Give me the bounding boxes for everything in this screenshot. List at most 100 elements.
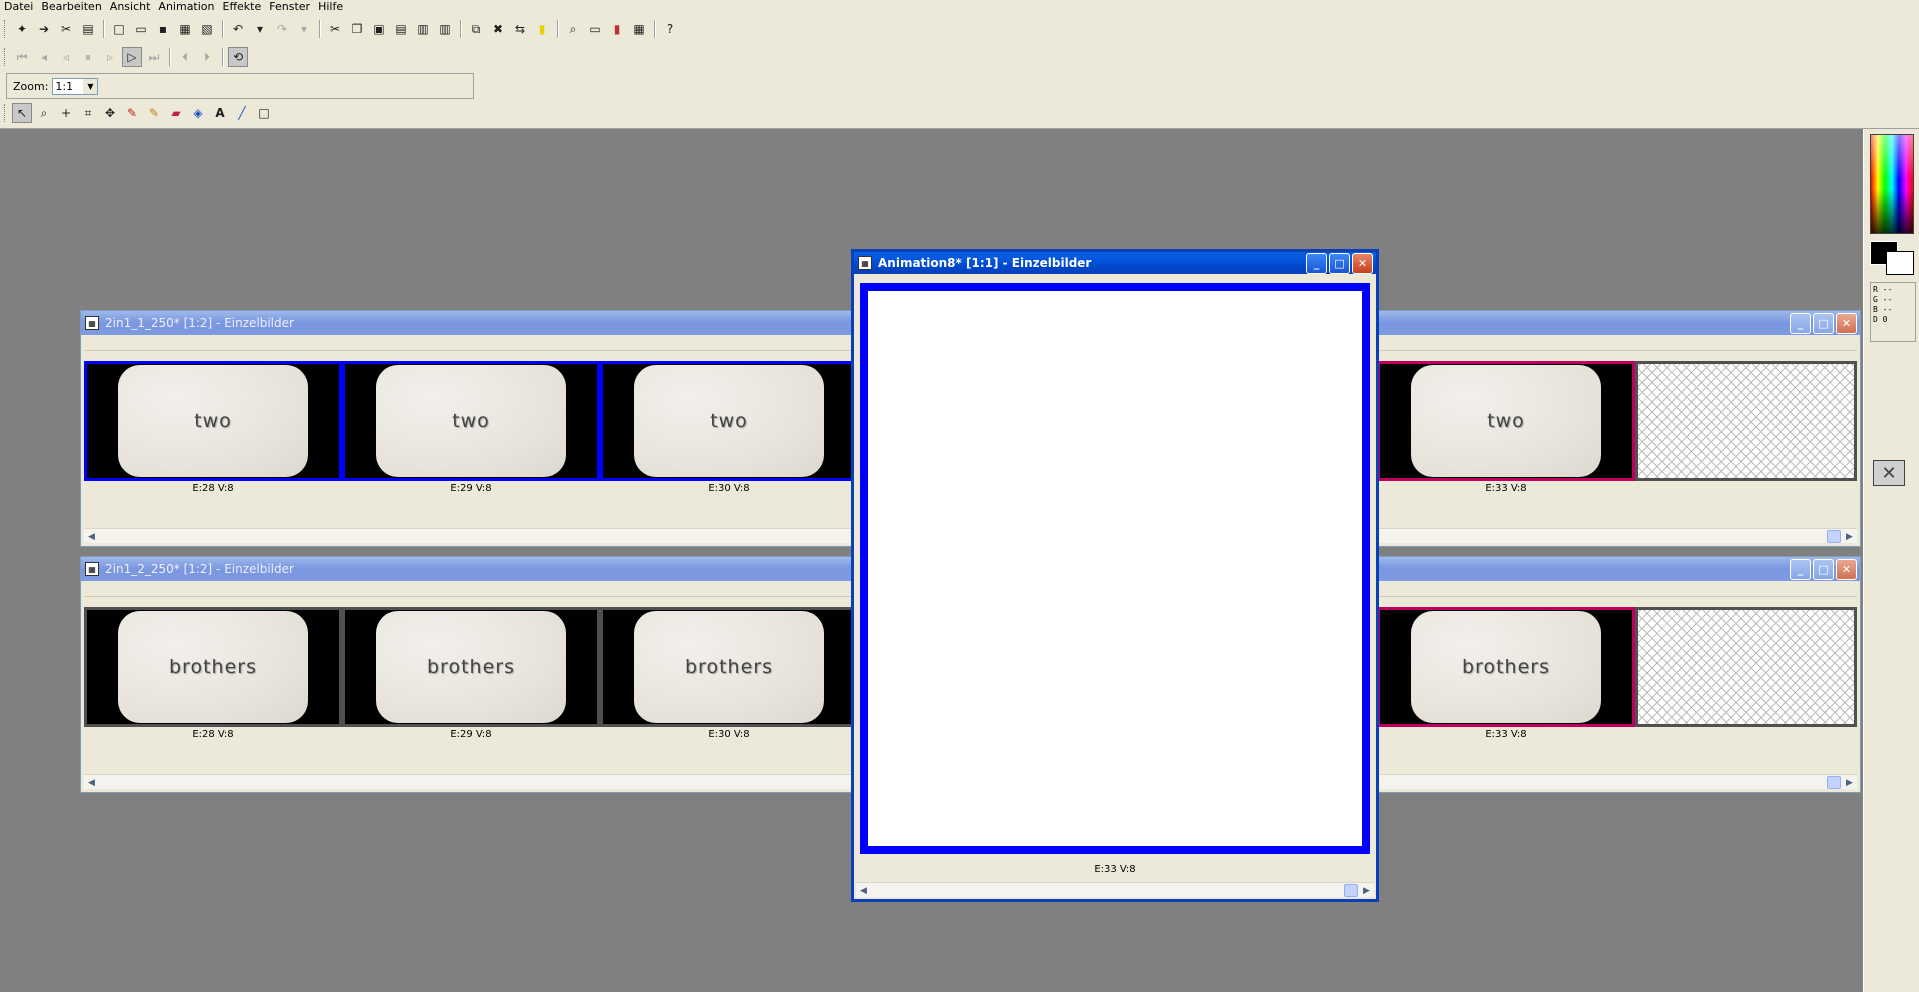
animation-canvas[interactable]: [860, 283, 1370, 854]
fg-bg-colors[interactable]: [1870, 241, 1916, 275]
prev-icon[interactable]: ◂: [34, 47, 54, 67]
frame-item[interactable]: brothers E:28 V:8: [84, 607, 342, 740]
undo-icon[interactable]: ↶: [228, 19, 248, 39]
maximize-button[interactable]: □: [1329, 252, 1350, 274]
menu-ansicht[interactable]: Ansicht: [106, 0, 155, 13]
frame-item[interactable]: brothers E:29 V:8: [342, 607, 600, 740]
toolbar-grip[interactable]: [4, 104, 7, 122]
new-file-icon[interactable]: □: [109, 19, 129, 39]
paste-new-icon[interactable]: ▤: [391, 19, 411, 39]
delete-frame-icon[interactable]: ✖: [488, 19, 508, 39]
crosshair-icon[interactable]: +: [56, 103, 76, 123]
open-folder-icon[interactable]: ▭: [131, 19, 151, 39]
select-arrow-icon[interactable]: ↖: [12, 103, 32, 123]
redo-icon[interactable]: ↷: [272, 19, 292, 39]
move-icon[interactable]: ✥: [100, 103, 120, 123]
scroll-thumb[interactable]: [1344, 884, 1358, 897]
save-as-icon[interactable]: ▧: [197, 19, 217, 39]
minimize-button[interactable]: _: [1790, 558, 1811, 580]
zoom-select[interactable]: 1:1 ▼: [52, 77, 99, 95]
paste-before-icon[interactable]: ▥: [413, 19, 433, 39]
frame-item[interactable]: two E:33 V:8: [1377, 361, 1635, 494]
maximize-button[interactable]: □: [1813, 312, 1834, 334]
scroll-right-icon[interactable]: ▶: [1843, 776, 1856, 789]
crop-icon[interactable]: ⌗: [78, 103, 98, 123]
next-key-icon[interactable]: ⏵: [197, 47, 217, 67]
frame-item[interactable]: brothers E:30 V:8: [600, 607, 858, 740]
fill-icon[interactable]: ◈: [188, 103, 208, 123]
highlight-icon[interactable]: ▮: [532, 19, 552, 39]
brush-icon[interactable]: ✎: [144, 103, 164, 123]
horizontal-scrollbar[interactable]: ◀ ▶: [856, 882, 1374, 897]
frame-item[interactable]: two E:28 V:8: [84, 361, 342, 494]
dropper-icon[interactable]: ✎: [122, 103, 142, 123]
search-icon[interactable]: ⌕: [563, 19, 583, 39]
app-icon[interactable]: ▦: [858, 256, 872, 270]
background-color[interactable]: [1886, 251, 1914, 275]
empty-frame-slot[interactable]: [1635, 607, 1857, 727]
chevron-down-icon[interactable]: ▼: [83, 78, 98, 94]
undo-dropdown-icon[interactable]: ▾: [250, 19, 270, 39]
scroll-thumb[interactable]: [1827, 776, 1841, 789]
scroll-right-icon[interactable]: ▶: [1360, 884, 1373, 897]
minimize-button[interactable]: _: [1790, 312, 1811, 334]
menu-fenster[interactable]: Fenster: [265, 0, 314, 13]
cut-icon[interactable]: ✂: [325, 19, 345, 39]
menu-hilfe[interactable]: Hilfe: [314, 0, 347, 13]
play-icon[interactable]: ▷: [122, 47, 142, 67]
toolbar-grip[interactable]: [4, 20, 7, 38]
scroll-left-icon[interactable]: ◀: [85, 530, 98, 543]
duplicate-icon[interactable]: ⧉: [466, 19, 486, 39]
loop-icon[interactable]: ⟲: [228, 47, 248, 67]
redo-dropdown-icon[interactable]: ▾: [294, 19, 314, 39]
transparent-swatch-icon[interactable]: ✕: [1873, 460, 1905, 486]
paste-icon[interactable]: ▣: [369, 19, 389, 39]
text-tool-icon[interactable]: A: [210, 103, 230, 123]
frame-item[interactable]: two E:29 V:8: [342, 361, 600, 494]
menu-datei[interactable]: Datei: [0, 0, 37, 13]
scroll-left-icon[interactable]: ◀: [85, 776, 98, 789]
menu-bearbeiten[interactable]: Bearbeiten: [37, 0, 105, 13]
toolbar-grip[interactable]: [4, 48, 7, 66]
prev-key-icon[interactable]: ⏴: [175, 47, 195, 67]
filmstrip-icon[interactable]: ▦: [629, 19, 649, 39]
first-frame-icon[interactable]: ⏮: [12, 47, 32, 67]
help-icon[interactable]: ?: [660, 19, 680, 39]
empty-frame-slot[interactable]: [1635, 361, 1857, 481]
color-spectrum[interactable]: [1870, 134, 1914, 234]
banner-icon[interactable]: ▤: [78, 19, 98, 39]
step-forward-icon[interactable]: ▹: [100, 47, 120, 67]
eraser-icon[interactable]: ▰: [166, 103, 186, 123]
app-icon[interactable]: ▦: [85, 316, 99, 330]
last-frame-icon[interactable]: ⏭: [144, 47, 164, 67]
close-button[interactable]: ✕: [1352, 252, 1373, 274]
title-bar[interactable]: ▦ Animation8* [1:1] - Einzelbilder _ □ ✕: [854, 252, 1376, 274]
step-back-icon[interactable]: ◃: [56, 47, 76, 67]
save-icon[interactable]: ▪: [153, 19, 173, 39]
menu-animation[interactable]: Animation: [154, 0, 218, 13]
line-tool-icon[interactable]: ╱: [232, 103, 252, 123]
frame-wizard-icon[interactable]: ✂: [56, 19, 76, 39]
frame-item[interactable]: two E:30 V:8: [600, 361, 858, 494]
paste-after-icon[interactable]: ▥: [435, 19, 455, 39]
magic-icon[interactable]: ➔: [34, 19, 54, 39]
palette-icon[interactable]: ▮: [607, 19, 627, 39]
close-button[interactable]: ✕: [1836, 558, 1857, 580]
frame-properties-icon[interactable]: ▭: [585, 19, 605, 39]
wizard-icon[interactable]: ✦: [12, 19, 32, 39]
pause-icon[interactable]: ⏸: [78, 47, 98, 67]
minimize-button[interactable]: _: [1306, 252, 1327, 274]
maximize-button[interactable]: □: [1813, 558, 1834, 580]
scroll-thumb[interactable]: [1827, 530, 1841, 543]
menu-effekte[interactable]: Effekte: [219, 0, 266, 13]
reverse-icon[interactable]: ⇆: [510, 19, 530, 39]
app-icon[interactable]: ▦: [85, 562, 99, 576]
rectangle-tool-icon[interactable]: □: [254, 103, 274, 123]
zoom-tool-icon[interactable]: ⌕: [34, 103, 54, 123]
scroll-right-icon[interactable]: ▶: [1843, 530, 1856, 543]
scroll-left-icon[interactable]: ◀: [857, 884, 870, 897]
close-button[interactable]: ✕: [1836, 312, 1857, 334]
copy-icon[interactable]: ❐: [347, 19, 367, 39]
frame-item[interactable]: brothers E:33 V:8: [1377, 607, 1635, 740]
save-frames-icon[interactable]: ▦: [175, 19, 195, 39]
